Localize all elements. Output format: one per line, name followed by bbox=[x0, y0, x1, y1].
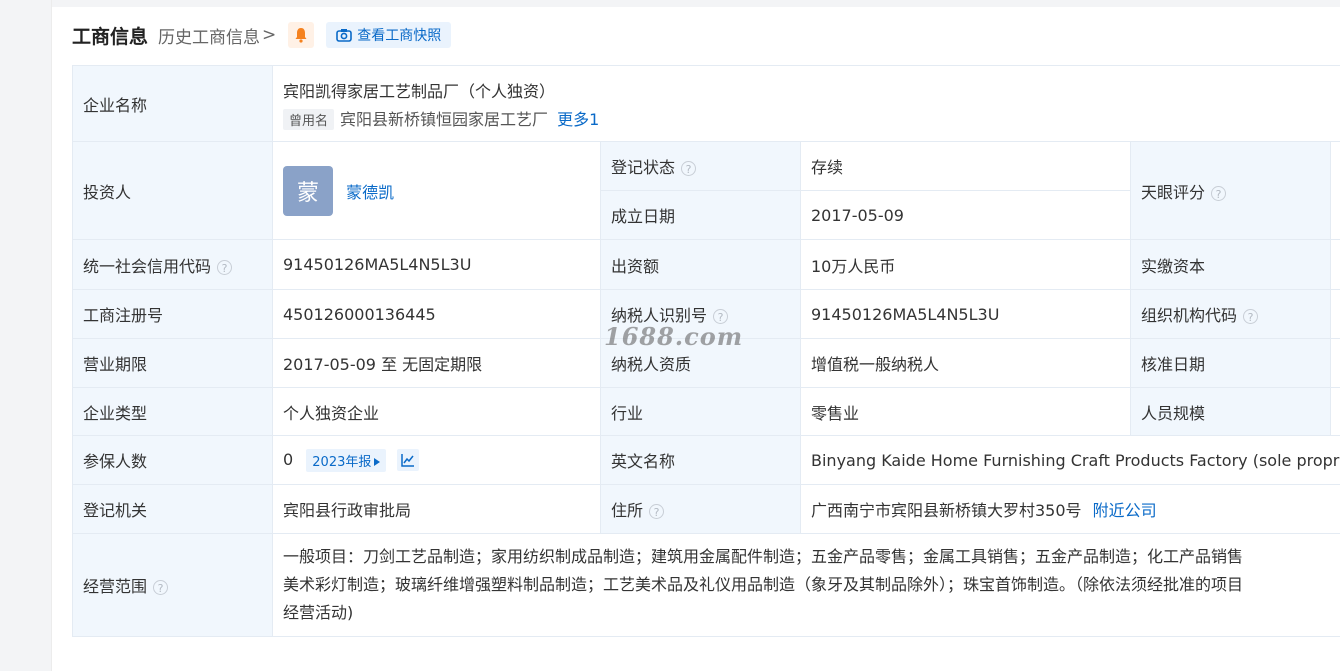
row-company-name: 企业名称 宾阳凯得家居工艺制品厂（个人独资） 曾用名 宾阳县新桥镇恒园家居工艺厂 … bbox=[72, 65, 1340, 142]
taxpayer-qual-value: 增值税一般纳税人 bbox=[800, 338, 1131, 388]
business-scope-line-1: 一般项目：刀剑工艺品制造；家用纺织制成品制造；建筑用金属配件制造；五金产品零售；… bbox=[283, 547, 1244, 566]
trend-chart-button[interactable] bbox=[397, 449, 420, 471]
company-name-cell: 宾阳凯得家居工艺制品厂（个人独资） 曾用名 宾阳县新桥镇恒园家居工艺厂 更多1 bbox=[271, 65, 1340, 142]
help-icon[interactable]: ? bbox=[153, 580, 169, 595]
company-name: 宾阳凯得家居工艺制品厂（个人独资） bbox=[283, 81, 556, 101]
industry-label: 行业 bbox=[600, 387, 801, 436]
snapshot-button[interactable]: 查看工商快照 bbox=[326, 22, 452, 48]
investor-label: 投资人 bbox=[72, 141, 273, 240]
history-link[interactable]: 历史工商信息 bbox=[158, 23, 260, 48]
org-code-label: 组织机构代码 bbox=[1141, 306, 1238, 325]
reg-authority-label: 登记机关 bbox=[72, 484, 273, 534]
address-value: 广西南宁市宾阳县新桥镇大罗村350号 bbox=[811, 501, 1082, 520]
business-term-label: 营业期限 bbox=[72, 338, 273, 388]
avatar[interactable]: 蒙 bbox=[283, 165, 333, 216]
section-header: 工商信息 历史工商信息 > 查看工商快照 bbox=[72, 20, 452, 50]
annual-report-label: 2023年报 bbox=[312, 454, 372, 470]
reg-number-value: 450126000136445 bbox=[272, 289, 601, 339]
english-name-label: 英文名称 bbox=[600, 435, 801, 485]
investor-cell: 蒙 蒙德凯 bbox=[272, 141, 601, 240]
left-gutter bbox=[0, 0, 52, 671]
row-company-type: 企业类型 个人独资企业 行业 零售业 人员规模 bbox=[72, 387, 1340, 436]
caret-right-icon bbox=[374, 457, 381, 466]
help-icon[interactable]: ? bbox=[681, 161, 697, 176]
section-title: 工商信息 bbox=[72, 25, 149, 48]
address-cell: 广西南宁市宾阳县新桥镇大罗村350号 附近公司 bbox=[799, 484, 1340, 534]
business-scope-value: 一般项目：刀剑工艺品制造；家用纺织制成品制造；建筑用金属配件制造；五金产品零售；… bbox=[271, 533, 1340, 637]
staff-size-label: 人员规模 bbox=[1130, 387, 1331, 436]
org-code-value bbox=[1329, 289, 1340, 339]
capital-value: 10万人民币 bbox=[800, 239, 1131, 290]
registration-status-value: 存续 bbox=[800, 141, 1131, 191]
approval-date-label: 核准日期 bbox=[1130, 338, 1331, 388]
business-scope-line-3: 经营活动) bbox=[283, 603, 354, 622]
row-credit-code: 统一社会信用代码? 91450126MA5L4N5L3U 出资额 10万人民币 … bbox=[72, 239, 1340, 290]
company-type-label: 企业类型 bbox=[72, 387, 273, 436]
business-scope-label-cell: 经营范围? bbox=[72, 533, 273, 637]
used-name-row: 曾用名 宾阳县新桥镇恒园家居工艺厂 更多1 bbox=[283, 106, 1340, 130]
insured-value: 0 bbox=[283, 449, 294, 469]
paid-capital-label: 实缴资本 bbox=[1130, 239, 1331, 290]
capital-label: 出资额 bbox=[600, 239, 801, 290]
reg-authority-value: 宾阳县行政审批局 bbox=[272, 484, 601, 534]
row-insured: 参保人数 0 2023年报 英文名称 Binyang Kaide Home Fu… bbox=[72, 435, 1340, 485]
tianyan-score-label-cell: 天眼评分? bbox=[1130, 141, 1331, 240]
org-code-label-cell: 组织机构代码? bbox=[1130, 289, 1331, 339]
business-info-table: 企业名称 宾阳凯得家居工艺制品厂（个人独资） 曾用名 宾阳县新桥镇恒园家居工艺厂 … bbox=[72, 65, 1340, 637]
annual-report-button[interactable]: 2023年报 bbox=[306, 448, 387, 472]
more-used-names-link[interactable]: 更多1 bbox=[557, 110, 599, 129]
business-term-value: 2017-05-09 至 无固定期限 bbox=[272, 338, 601, 388]
company-name-label: 企业名称 bbox=[72, 65, 273, 142]
registration-status-label: 登记状态 bbox=[611, 158, 676, 177]
nearby-companies-link[interactable]: 附近公司 bbox=[1093, 501, 1157, 520]
tianyan-score-value bbox=[1329, 141, 1340, 240]
snapshot-label: 查看工商快照 bbox=[357, 28, 442, 44]
reg-number-label: 工商注册号 bbox=[72, 289, 273, 339]
business-scope-line-2: 美术彩灯制造；玻璃纤维增强塑料制品制造；工艺美术品及礼仪用品制造（象牙及其制品除… bbox=[283, 575, 1244, 594]
help-icon[interactable]: ? bbox=[1243, 309, 1259, 324]
trend-chart-icon bbox=[401, 454, 415, 467]
insured-label: 参保人数 bbox=[72, 435, 273, 485]
tianyan-score-label: 天眼评分 bbox=[1141, 182, 1206, 202]
credit-code-value: 91450126MA5L4N5L3U bbox=[272, 239, 601, 290]
used-name: 宾阳县新桥镇恒园家居工艺厂 bbox=[340, 109, 549, 129]
camera-icon bbox=[336, 29, 353, 42]
industry-value: 零售业 bbox=[800, 387, 1131, 436]
help-icon[interactable]: ? bbox=[217, 259, 233, 275]
watermark: 1688.com bbox=[604, 322, 744, 351]
paid-capital-value bbox=[1329, 239, 1340, 290]
address-label-cell: 住所? bbox=[600, 484, 801, 534]
address-label: 住所 bbox=[611, 501, 644, 520]
help-icon[interactable]: ? bbox=[649, 504, 665, 519]
insured-cell: 0 2023年报 bbox=[272, 435, 601, 485]
row-business-scope: 经营范围? 一般项目：刀剑工艺品制造；家用纺织制成品制造；建筑用金属配件制造；五… bbox=[72, 533, 1340, 637]
bell-icon bbox=[295, 28, 307, 43]
staff-size-value bbox=[1329, 387, 1340, 436]
approval-date-value bbox=[1329, 338, 1340, 388]
chevron-right-icon[interactable]: > bbox=[262, 25, 276, 45]
row-investor-status: 投资人 蒙 蒙德凯 登记状态? 存续 天眼评分? bbox=[72, 141, 1340, 240]
established-date-value: 2017-05-09 bbox=[800, 190, 1131, 240]
used-name-tag: 曾用名 bbox=[283, 108, 335, 130]
credit-code-label: 统一社会信用代码 bbox=[83, 256, 212, 276]
credit-code-label-cell: 统一社会信用代码? bbox=[72, 239, 273, 290]
established-date-label: 成立日期 bbox=[600, 190, 801, 240]
company-type-value: 个人独资企业 bbox=[272, 387, 601, 436]
taxpayer-id-value: 91450126MA5L4N5L3U bbox=[800, 289, 1131, 339]
row-reg-authority: 登记机关 宾阳县行政审批局 住所? 广西南宁市宾阳县新桥镇大罗村350号 附近公… bbox=[72, 484, 1340, 534]
english-name-value: Binyang Kaide Home Furnishing Craft Prod… bbox=[799, 435, 1340, 485]
business-scope-label: 经营范围 bbox=[83, 577, 148, 596]
help-icon[interactable]: ? bbox=[1211, 185, 1227, 201]
bell-button[interactable] bbox=[288, 22, 315, 48]
investor-name-link[interactable]: 蒙德凯 bbox=[346, 183, 394, 202]
registration-status-label-cell: 登记状态? bbox=[600, 141, 801, 191]
top-strip bbox=[52, 0, 1340, 7]
